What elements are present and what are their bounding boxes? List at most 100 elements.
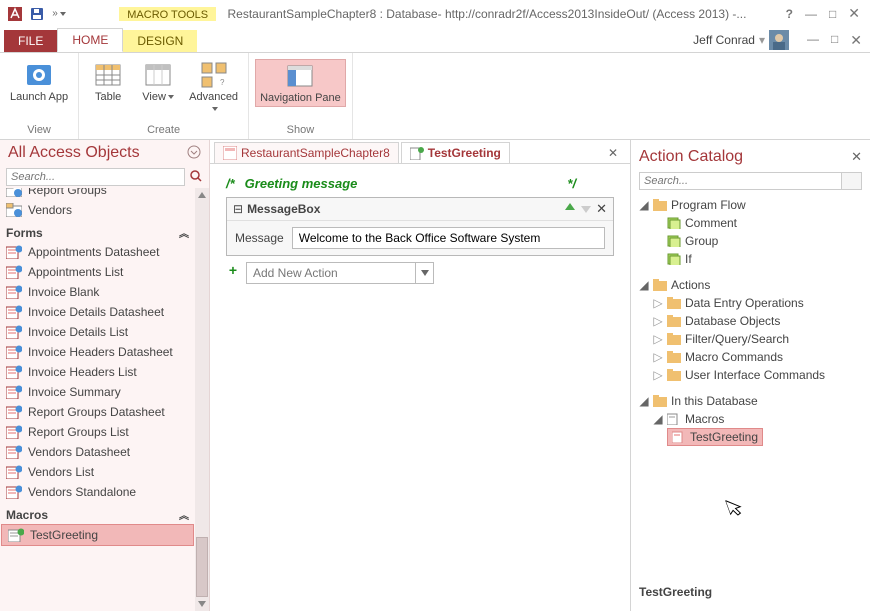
macro-comment[interactable]: /* Greeting message */ [226, 174, 614, 193]
add-icon[interactable]: + [226, 262, 240, 278]
doc-tab-macro[interactable]: TestGreeting [401, 142, 510, 163]
tree-node-flow-item[interactable]: Group [639, 232, 862, 250]
create-view-button[interactable]: View [135, 59, 181, 105]
nav-item-form[interactable]: Invoice Details List [0, 322, 195, 342]
action-catalog-pane: Action Catalog ✕ ◢Program Flow CommentGr… [630, 140, 870, 611]
scroll-thumb[interactable] [196, 537, 208, 597]
collapse-icon[interactable]: ︽ [179, 507, 189, 522]
tree-node-macros[interactable]: ◢Macros [639, 410, 862, 428]
save-button[interactable] [26, 3, 48, 25]
nav-search-input[interactable] [6, 168, 185, 186]
main-area: All Access Objects Report Groups Vendors… [0, 140, 870, 611]
nav-item-form[interactable]: Invoice Headers List [0, 362, 195, 382]
macro-param-label: Message [235, 231, 284, 245]
move-up-icon[interactable] [564, 202, 576, 217]
title-bar: » MACRO TOOLS RestaurantSampleChapter8 :… [0, 0, 870, 28]
ribbon: Launch App View Table View ? Advanced Cr… [0, 52, 870, 140]
macro-icon [410, 146, 424, 160]
nav-item-form[interactable]: Appointments Datasheet [0, 242, 195, 262]
nav-item-table[interactable]: Vendors [0, 200, 195, 220]
qat-more-button[interactable]: » [48, 3, 70, 25]
macro-block-messagebox[interactable]: ⊟ MessageBox ✕ Message [226, 197, 614, 256]
tree-node-action-category[interactable]: ▷Database Objects [639, 312, 862, 330]
tree-node-actions[interactable]: ◢Actions [639, 276, 862, 294]
nav-item-form[interactable]: Vendors Standalone [0, 482, 195, 502]
navigation-pane-toggle[interactable]: Navigation Pane [255, 59, 346, 107]
move-down-icon [580, 202, 592, 217]
macro-editor: /* Greeting message */ ⊟ MessageBox ✕ Me… [210, 164, 630, 611]
tree-node-action-category[interactable]: ▷Filter/Query/Search [639, 330, 862, 348]
user-info[interactable]: Jeff Conrad ▾ [693, 30, 789, 50]
message-input[interactable] [292, 227, 605, 249]
nav-pane-dropdown-icon[interactable] [187, 145, 201, 162]
tree-node-action-category[interactable]: ▷Macro Commands [639, 348, 862, 366]
table-button[interactable]: Table [85, 59, 131, 105]
doc-tab-close-button[interactable]: ✕ [600, 146, 626, 160]
database-icon [223, 146, 237, 160]
scroll-down-button[interactable] [195, 597, 209, 611]
ribbon-group-show: Navigation Pane Show [249, 53, 353, 139]
contextual-tab-label: MACRO TOOLS [119, 7, 216, 21]
nav-scrollbar[interactable] [195, 188, 209, 611]
ribbon-group-view: Launch App View [0, 53, 79, 139]
nav-item-form[interactable]: Report Groups List [0, 422, 195, 442]
quick-access-toolbar: » [4, 3, 70, 25]
tab-file[interactable]: FILE [4, 30, 57, 52]
tab-home[interactable]: HOME [57, 28, 123, 52]
nav-item-macro-selected[interactable]: TestGreeting [1, 524, 194, 546]
navigation-pane: All Access Objects Report Groups Vendors… [0, 140, 210, 611]
add-action-row: + Add New Action [226, 262, 614, 284]
nav-pane-title[interactable]: All Access Objects [8, 144, 140, 162]
nav-item-form[interactable]: Invoice Headers Datasheet [0, 342, 195, 362]
access-app-icon[interactable] [4, 3, 26, 25]
tree-node-action-category[interactable]: ▷User Interface Commands [639, 366, 862, 384]
tab-design[interactable]: DESIGN [123, 30, 197, 52]
tree-node-testgreeting[interactable]: TestGreeting [667, 428, 763, 446]
nav-item-table[interactable]: Report Groups [0, 188, 195, 200]
doc-tab-database[interactable]: RestaurantSampleChapter8 [214, 142, 399, 163]
advanced-button[interactable]: ? Advanced [185, 59, 242, 117]
nav-item-form[interactable]: Vendors List [0, 462, 195, 482]
tree-node-program-flow[interactable]: ◢Program Flow [639, 196, 862, 214]
scroll-up-button[interactable] [195, 188, 209, 202]
launch-app-button[interactable]: Launch App [6, 59, 72, 105]
catalog-detail-title: TestGreeting [639, 577, 862, 607]
restore-button[interactable]: □ [829, 7, 836, 21]
tree-node-flow-item[interactable]: Comment [639, 214, 862, 232]
doc-minimize-button[interactable]: — [807, 32, 819, 49]
ribbon-group-create: Table View ? Advanced Create [79, 53, 249, 139]
doc-restore-button[interactable]: □ [831, 32, 838, 49]
catalog-search-button[interactable] [842, 172, 862, 190]
add-action-combo[interactable]: Add New Action [246, 262, 416, 284]
nav-item-form[interactable]: Report Groups Datasheet [0, 402, 195, 422]
action-catalog-title: Action Catalog [639, 148, 743, 166]
nav-section-forms[interactable]: Forms︽ [0, 220, 195, 242]
search-icon[interactable] [189, 169, 203, 186]
nav-item-form[interactable]: Appointments List [0, 262, 195, 282]
user-avatar [769, 30, 789, 50]
delete-block-icon[interactable]: ✕ [596, 201, 607, 217]
nav-item-form[interactable]: Vendors Datasheet [0, 442, 195, 462]
nav-section-macros[interactable]: Macros︽ [0, 502, 195, 524]
close-pane-button[interactable]: ✕ [851, 149, 862, 165]
tree-node-in-db[interactable]: ◢In this Database [639, 392, 862, 410]
macro-block-title: MessageBox [247, 202, 564, 216]
document-tabs: RestaurantSampleChapter8 TestGreeting ✕ [210, 140, 630, 164]
tree-node-action-category[interactable]: ▷Data Entry Operations [639, 294, 862, 312]
nav-item-form[interactable]: Invoice Summary [0, 382, 195, 402]
close-button[interactable]: ✕ [848, 5, 860, 22]
document-area: RestaurantSampleChapter8 TestGreeting ✕ … [210, 140, 630, 611]
tree-node-flow-item[interactable]: If [639, 250, 862, 268]
svg-text:?: ? [220, 78, 225, 87]
window-controls: ? — □ ✕ [786, 5, 866, 22]
window-title: MACRO TOOLS RestaurantSampleChapter8 : D… [70, 7, 786, 21]
catalog-search-input[interactable] [639, 172, 842, 190]
nav-item-form[interactable]: Invoice Blank [0, 282, 195, 302]
collapse-icon[interactable]: ︽ [179, 225, 189, 240]
collapse-toggle-icon[interactable]: ⊟ [233, 202, 243, 216]
nav-item-form[interactable]: Invoice Details Datasheet [0, 302, 195, 322]
doc-close-button[interactable]: ✕ [850, 32, 862, 49]
help-button[interactable]: ? [786, 7, 793, 21]
minimize-button[interactable]: — [805, 7, 817, 21]
add-action-dropdown-button[interactable] [416, 262, 434, 284]
